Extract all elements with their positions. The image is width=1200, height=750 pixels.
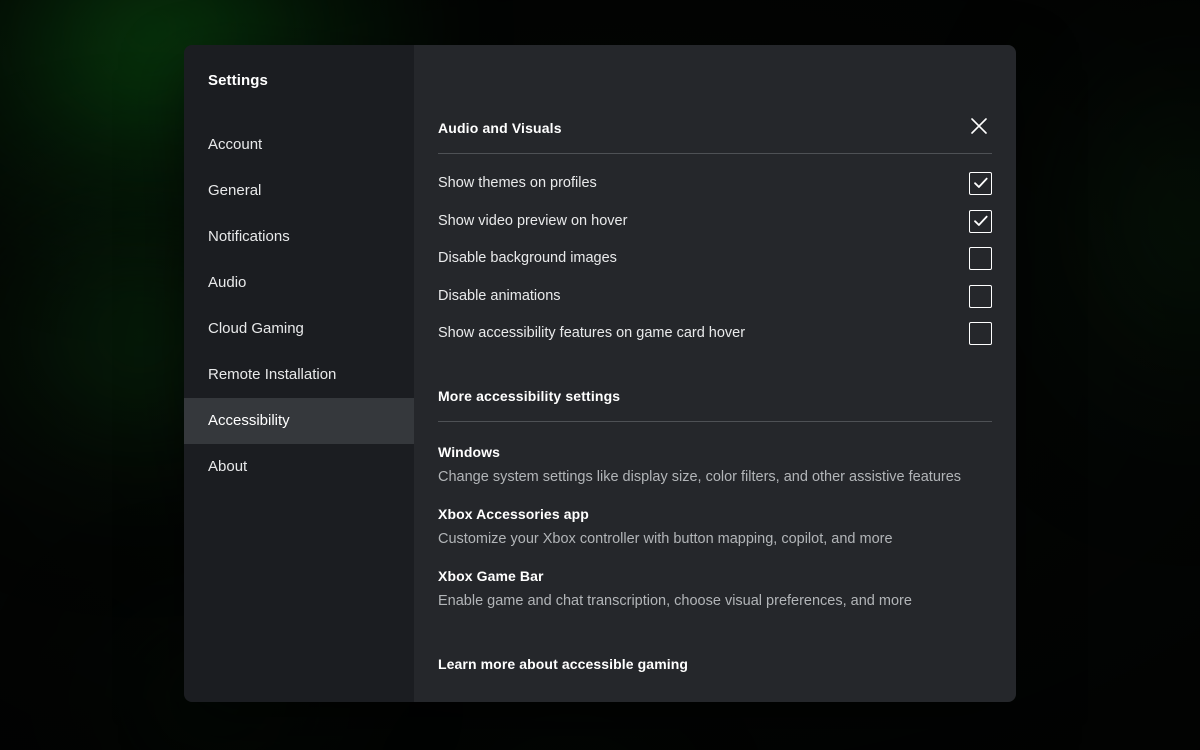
learn-more-link[interactable]: Learn more about accessible gaming <box>438 656 688 672</box>
sidebar-item-accessibility[interactable]: Accessibility <box>184 398 414 444</box>
link-title: Windows <box>438 444 501 460</box>
toggle-label: Disable animations <box>438 288 561 304</box>
sidebar-item-cloud-gaming[interactable]: Cloud Gaming <box>184 306 414 352</box>
section-heading-more-accessibility-settings: More accessibility settings <box>438 388 621 404</box>
toggle-label: Show video preview on hover <box>438 213 628 229</box>
section-divider-more-accessibility-settings <box>438 421 992 422</box>
sidebar-item-label: Notifications <box>208 228 290 245</box>
checkbox-show-accessibility-features-on-game-card-hover[interactable] <box>969 321 992 345</box>
sidebar-item-general[interactable]: General <box>184 168 414 214</box>
settings-sidebar: Settings Account General Notifications A… <box>184 45 414 702</box>
toggle-row-disable-animations[interactable]: Disable animations <box>438 281 992 311</box>
sidebar-nav-list: Account General Notifications Audio Clou… <box>184 122 414 490</box>
link-block-windows[interactable]: Windows Change system settings like disp… <box>438 443 992 487</box>
toggle-row-show-video-preview-on-hover[interactable]: Show video preview on hover <box>438 206 992 236</box>
sidebar-item-label: Account <box>208 136 263 153</box>
sidebar-item-remote-installation[interactable]: Remote Installation <box>184 352 414 398</box>
sidebar-item-notifications[interactable]: Notifications <box>184 214 414 260</box>
link-title: Xbox Game Bar <box>438 568 544 584</box>
checkbox-show-video-preview-on-hover[interactable] <box>969 209 992 233</box>
sidebar-item-label: General <box>208 182 262 199</box>
sidebar-item-label: About <box>208 458 248 475</box>
sidebar-item-label: Remote Installation <box>208 366 337 383</box>
checkbox-disable-background-images[interactable] <box>969 246 992 270</box>
link-description: Enable game and chat transcription, choo… <box>438 593 912 609</box>
checkbox-disable-animations[interactable] <box>969 284 992 308</box>
toggle-label: Show accessibility features on game card… <box>438 325 746 341</box>
toggle-row-show-accessibility-features-on-game-card-hover[interactable]: Show accessibility features on game card… <box>438 318 992 348</box>
checkbox-show-themes-on-profiles[interactable] <box>969 171 992 195</box>
sidebar-item-label: Accessibility <box>208 412 290 429</box>
close-icon <box>969 116 989 136</box>
link-title: Xbox Accessories app <box>438 506 589 522</box>
toggle-label: Disable background images <box>438 250 617 266</box>
sidebar-item-account[interactable]: Account <box>184 122 414 168</box>
checkmark-icon <box>973 215 988 226</box>
sidebar-item-label: Audio <box>208 274 247 291</box>
link-description: Change system settings like display size… <box>438 469 962 485</box>
link-block-xbox-game-bar[interactable]: Xbox Game Bar Enable game and chat trans… <box>438 567 992 611</box>
toggle-row-show-themes-on-profiles[interactable]: Show themes on profiles <box>438 168 992 198</box>
link-block-xbox-accessories-app[interactable]: Xbox Accessories app Customize your Xbox… <box>438 505 992 549</box>
toggle-row-disable-background-images[interactable]: Disable background images <box>438 243 992 273</box>
sidebar-item-label: Cloud Gaming <box>208 320 304 337</box>
section-divider-audio-and-visuals <box>438 153 992 154</box>
sidebar-item-about[interactable]: About <box>184 444 414 490</box>
toggle-label: Show themes on profiles <box>438 175 597 191</box>
close-button[interactable] <box>960 107 998 145</box>
section-heading-audio-and-visuals: Audio and Visuals <box>438 120 562 136</box>
sidebar-title: Settings <box>208 72 268 89</box>
checkmark-icon <box>973 177 988 188</box>
sidebar-item-audio[interactable]: Audio <box>184 260 414 306</box>
desktop-backdrop: Settings Account General Notifications A… <box>0 0 1200 750</box>
link-description: Customize your Xbox controller with butt… <box>438 531 893 547</box>
